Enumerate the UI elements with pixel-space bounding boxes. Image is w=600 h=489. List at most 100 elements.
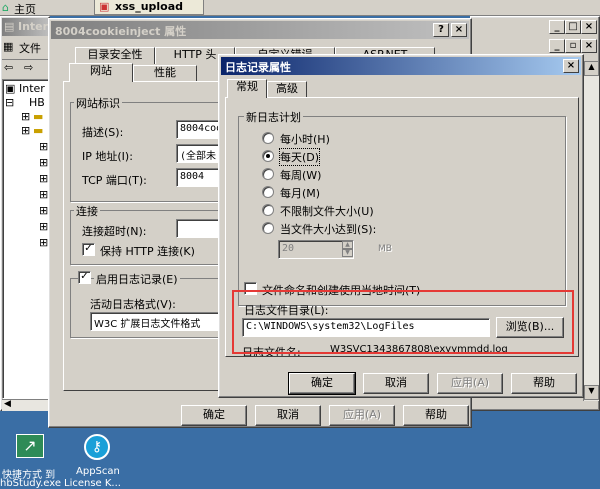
site-properties-titlebar: 8004cookieinject 属性 ? × [51,21,469,39]
tab-website[interactable]: 网站 [69,63,133,82]
shortcut-icon: ↗ [16,434,44,458]
description-value: 8004coo [180,123,223,134]
scroll-up-icon[interactable]: ▲ [584,61,599,76]
tree-item-expand-icon[interactable]: ⊞ [39,188,48,201]
logging-properties-title: 日志记录属性 [225,61,291,74]
iis-manager-window: ▤ Inter ▦ 文件 ⇦ ⇨ ▣ Inter ⊟ HB ⊞ ▬ ⊞ ▬ ⊞ … [0,16,50,411]
restore-icon[interactable]: ▫ [565,39,581,53]
radio-hourly[interactable] [262,132,274,144]
iis-icon: ▤ [4,20,15,33]
tab-label: 目录安全性 [87,48,143,61]
cancel-button[interactable]: 取消 [363,373,429,394]
tree-item-expand-icon[interactable]: ⊞ [39,204,48,217]
enable-logging-label: 启用日志记录(E) [94,271,180,287]
ok-label: 确定 [203,408,225,421]
iis-menu-icon: ▦ [3,40,14,53]
tree-item-expand-icon[interactable]: ⊞ [39,236,48,249]
tree-item-expand-icon[interactable]: ⊞ [39,172,48,185]
desktop-icon-appscan[interactable]: ⚷ AppScan License K... [64,432,134,489]
help-icon[interactable]: ? [433,23,449,37]
tab-label: 性能 [154,66,176,79]
tab-label: 常规 [236,80,258,93]
radio-weekly[interactable] [262,168,274,180]
tree-item-expand-icon[interactable]: ⊞ [39,156,48,169]
tree-item-expand-icon[interactable]: ⊞ [21,124,30,137]
stepper-down-icon[interactable]: ▼ [342,249,353,257]
tree-expand-icon[interactable]: ⊟ [5,96,14,109]
home-icon: ⌂ [2,1,9,14]
apply-button[interactable]: 应用(A) [329,405,395,426]
stepper-up-icon[interactable]: ▲ [342,241,353,249]
radio-daily[interactable] [262,150,274,162]
size-unit: MB [378,244,392,254]
tab-performance[interactable]: 性能 [133,65,197,82]
back-arrow-icon[interactable]: ⇦ [4,61,13,74]
browser-tabbar: ⌂ 主页 ▣ xss_upload [0,0,600,16]
close-icon[interactable]: × [581,20,597,34]
logging-properties-titlebar: 日志记录属性 × [221,57,581,75]
help-label: 帮助 [425,408,447,421]
radio-hourly-label: 每小时(H) [280,133,330,146]
desktop-icon-shortcut[interactable]: ↗ 快捷方式 到 hbStudy.exe [0,432,64,489]
scroll-left-icon[interactable]: ◀ [4,399,11,409]
site-id-group-label: 网站标识 [74,95,122,111]
close-icon[interactable]: × [581,39,597,53]
description-label: 描述(S): [82,126,124,139]
ok-button[interactable]: 确定 [181,405,247,426]
close-icon[interactable]: × [451,23,467,37]
tab-xss-upload[interactable]: ▣ xss_upload [94,0,204,15]
ok-button[interactable]: 确定 [288,372,356,395]
cancel-label: 取消 [385,376,407,389]
tree-view[interactable]: ▣ Inter ⊟ HB ⊞ ▬ ⊞ ▬ ⊞ ⊞ ⊞ ⊞ ⊞ ⊞ ⊞ [2,79,50,399]
vertical-scrollbar[interactable]: ▲ ▼ [583,61,599,401]
help-button[interactable]: 帮助 [511,373,577,394]
radio-monthly[interactable] [262,186,274,198]
close-icon[interactable]: × [563,59,579,73]
scroll-down-icon[interactable]: ▼ [584,385,599,400]
maximize-icon[interactable]: □ [565,20,581,34]
tree-node-label[interactable]: HB [29,96,45,109]
ip-value: (全部未 [180,151,217,162]
tab-label: 网站 [90,64,112,77]
page-icon: ▣ [99,0,110,13]
apply-label: 应用(A) [342,408,382,421]
log-format-label: 活动日志格式(V): [90,298,176,311]
nav-toolbar: ⇦ ⇨ [2,59,50,77]
apply-button[interactable]: 应用(A) [437,373,503,394]
menu-file[interactable]: 文件 [19,40,41,56]
tree-item-expand-icon[interactable]: ⊞ [39,220,48,233]
forward-arrow-icon[interactable]: ⇨ [24,61,33,74]
help-button[interactable]: 帮助 [403,405,469,426]
tab-directory-security[interactable]: 目录安全性 [75,47,155,64]
tab-label: HTTP 头 [173,48,217,61]
tree-root-icon: ▣ [5,82,16,95]
appscan-label-1: AppScan [76,466,120,477]
folder-icon: ▬ [33,124,44,137]
minimize-icon[interactable]: _ [549,39,565,53]
tcp-port-label: TCP 端口(T): [82,174,147,187]
site-properties-title: 8004cookieinject 属性 [55,25,187,38]
keepalive-label: 保持 HTTP 连接(K) [100,245,195,258]
schedule-group-label: 新日志计划 [244,109,303,125]
iis-manager-title: Inter [18,20,49,33]
cancel-button[interactable]: 取消 [255,405,321,426]
minimize-icon[interactable]: _ [549,20,565,34]
tcp-port-value: 8004 [180,171,205,182]
radio-unlimited[interactable] [262,204,274,216]
tree-root-label[interactable]: Inter [19,82,45,95]
radio-weekly-label: 每周(W) [280,169,322,182]
log-format-select[interactable]: W3C 扩展日志文件格式 [90,312,236,331]
key-icon: ⚷ [84,434,110,460]
tab-home[interactable]: 主页 [14,1,36,17]
horizontal-scrollbar[interactable]: ◀ [2,399,50,411]
keepalive-checkbox[interactable]: ✓ [82,243,95,256]
enable-logging-checkbox[interactable]: ✓ [78,271,91,284]
tree-item-expand-icon[interactable]: ⊞ [21,110,30,123]
tab-general[interactable]: 常规 [227,79,267,98]
tab-advanced[interactable]: 高级 [267,81,307,98]
radio-daily-label: 每天(D) [278,148,321,166]
tree-item-expand-icon[interactable]: ⊞ [39,140,48,153]
radio-size[interactable] [262,222,274,234]
timeout-label: 连接超时(N): [82,225,147,238]
folder-icon: ▬ [33,110,44,123]
